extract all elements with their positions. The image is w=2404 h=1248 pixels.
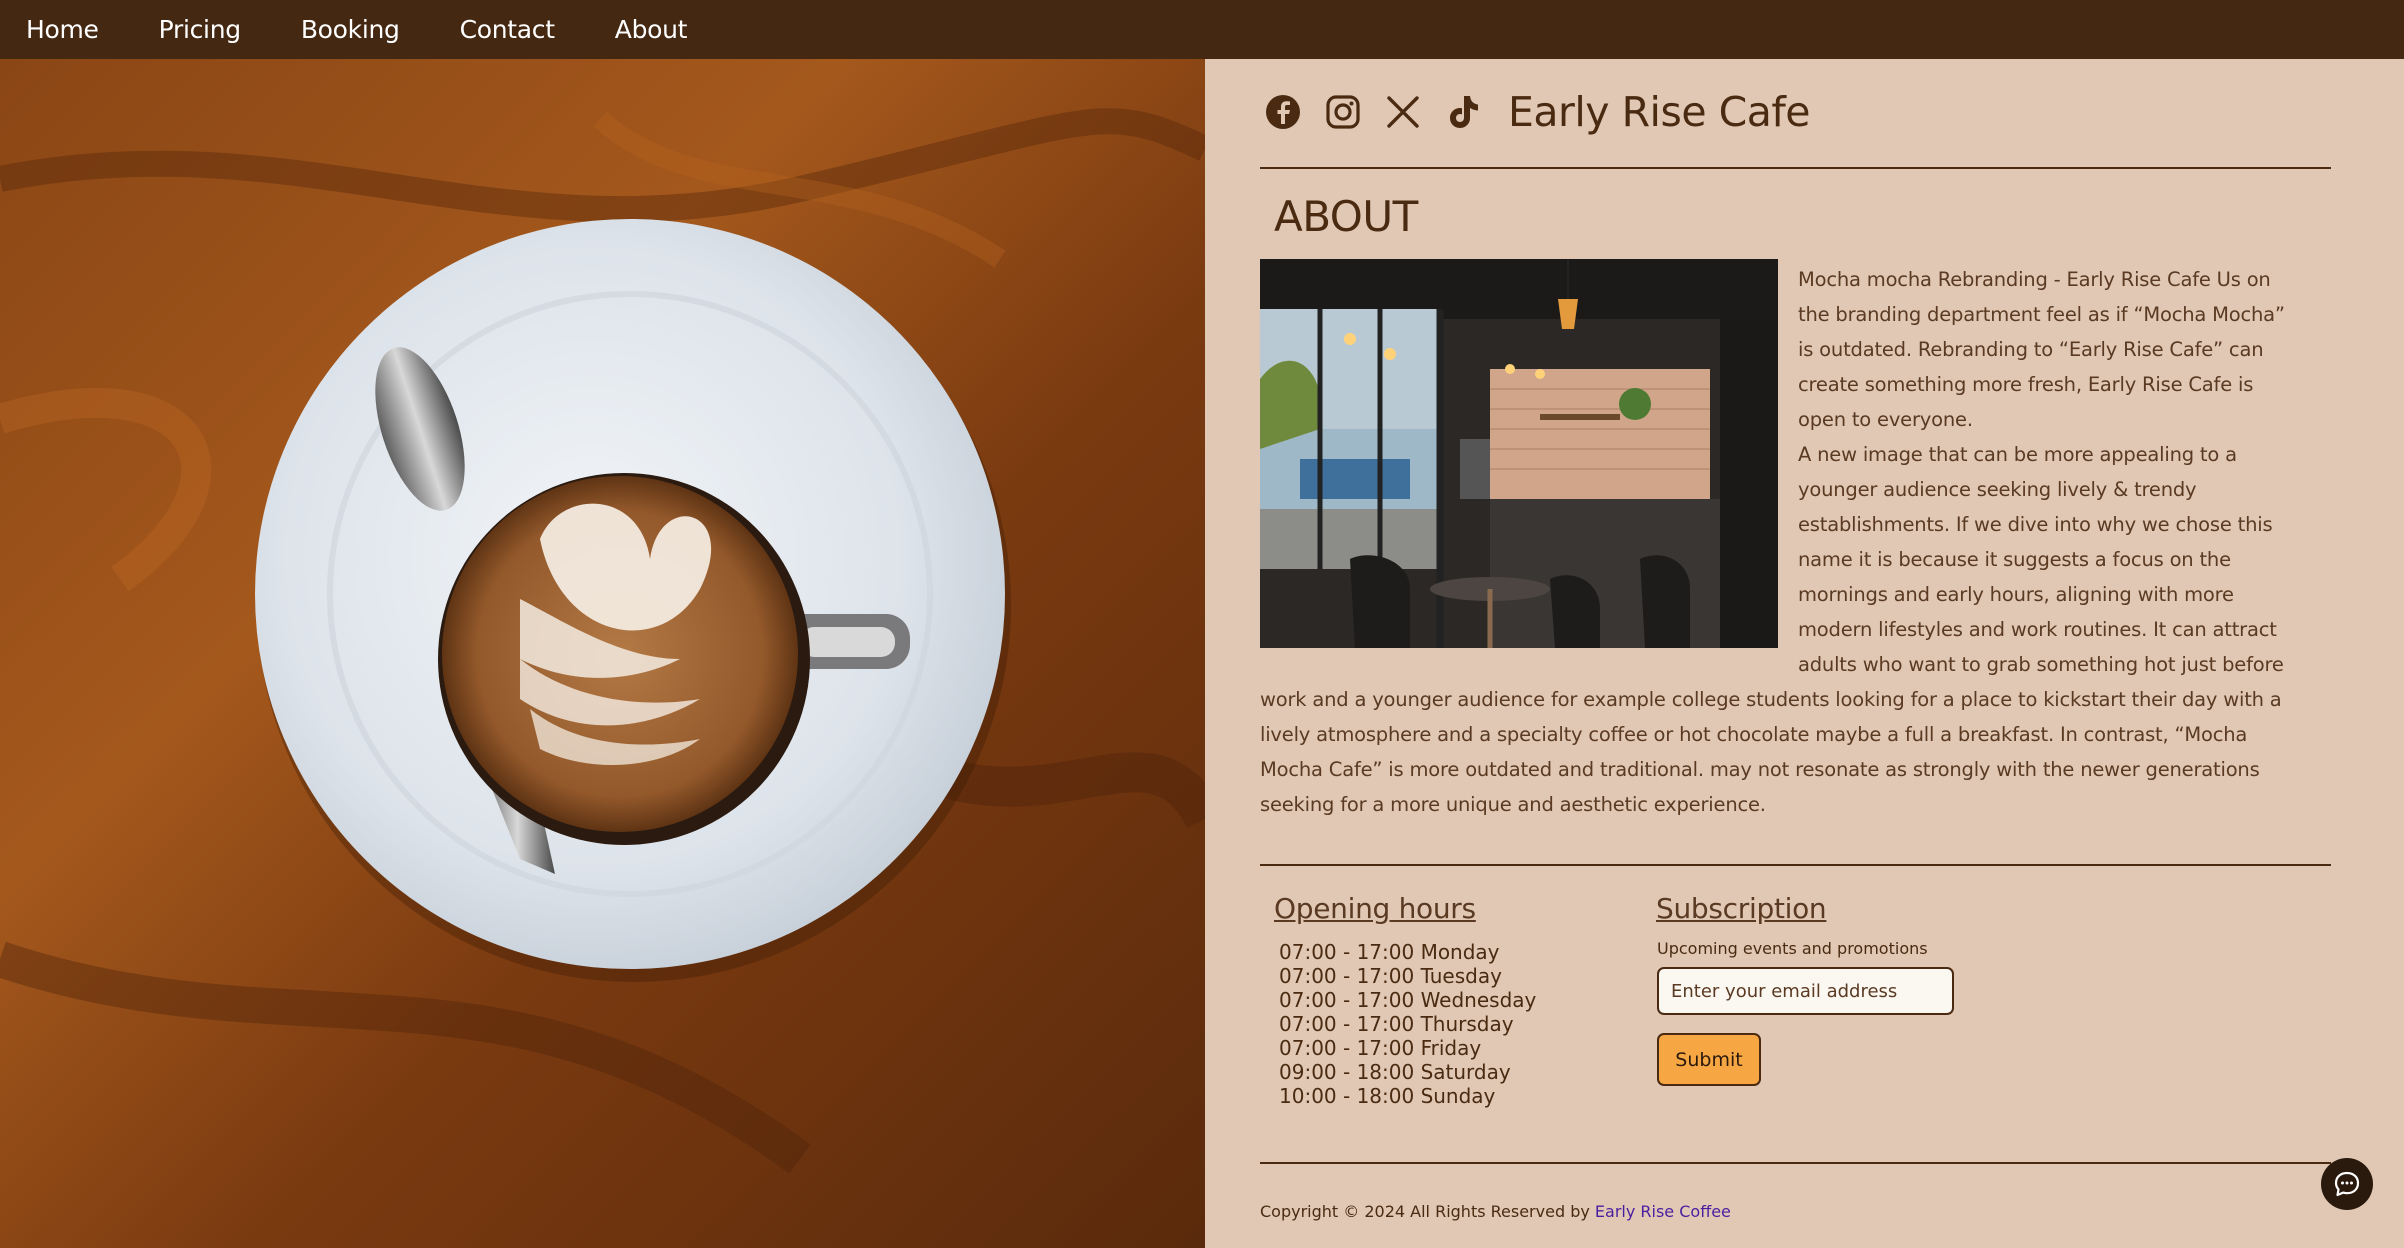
divider-middle [1260,864,2331,866]
chat-bubble-icon [2334,1171,2360,1197]
hours-row: 10:00 - 18:00 Sunday [1279,1084,1496,1108]
hours-row: 07:00 - 17:00 Tuesday [1279,964,1502,988]
opening-hours-list: 07:00 - 17:00 Monday 07:00 - 17:00 Tuesd… [1279,940,1536,1108]
brand-title: Early Rise Cafe [1508,88,1810,136]
hours-row: 09:00 - 18:00 Saturday [1279,1060,1511,1084]
divider-bottom [1260,1162,2331,1164]
nav-about[interactable]: About [615,15,688,44]
x-icon[interactable] [1382,91,1424,133]
nav-booking[interactable]: Booking [301,15,400,44]
chat-button[interactable] [2321,1158,2373,1210]
social-bar: Early Rise Cafe [1262,88,1810,136]
divider-top [1260,167,2331,169]
footer-brand-link[interactable]: Early Rise Coffee [1595,1202,1731,1221]
cafe-interior-photo [1260,259,1778,648]
about-heading: ABOUT [1274,192,1418,241]
tiktok-icon[interactable] [1442,91,1484,133]
nav-pricing[interactable]: Pricing [159,15,241,44]
facebook-icon[interactable] [1262,91,1304,133]
nav-contact[interactable]: Contact [460,15,555,44]
subscription-heading: Subscription [1656,892,1827,925]
email-field[interactable] [1657,967,1954,1015]
hours-row: 07:00 - 17:00 Wednesday [1279,988,1537,1012]
instagram-icon[interactable] [1322,91,1364,133]
about-section: Mocha mocha Rebranding - Early Rise Cafe… [1260,259,2300,822]
hours-row: 07:00 - 17:00 Thursday [1279,1012,1514,1036]
top-nav: Home Pricing Booking Contact About [0,0,2404,59]
hours-row: 07:00 - 17:00 Monday [1279,940,1500,964]
hero-coffee-image [0,59,1205,1248]
submit-button[interactable]: Submit [1657,1033,1761,1086]
copyright-text: Copyright © 2024 All Rights Reserved by [1260,1202,1590,1221]
hours-row: 07:00 - 17:00 Friday [1279,1036,1482,1060]
nav-home[interactable]: Home [26,15,99,44]
opening-hours-heading: Opening hours [1274,892,1476,925]
footer: Copyright © 2024 All Rights Reserved by … [1260,1202,1731,1221]
subscription-caption: Upcoming events and promotions [1657,939,1928,958]
